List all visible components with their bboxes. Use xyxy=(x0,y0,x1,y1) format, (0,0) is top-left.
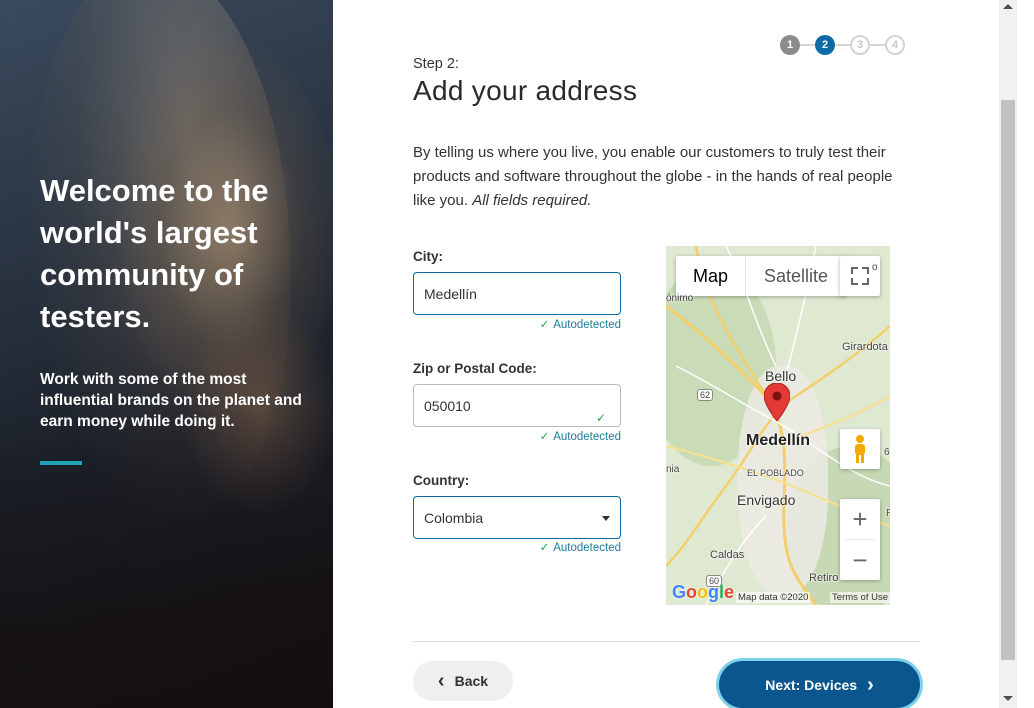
map-tab-satellite[interactable]: Satellite xyxy=(745,256,846,296)
page-title: Add your address xyxy=(413,75,638,106)
step-connector xyxy=(800,44,815,46)
map-label-edge-r: R xyxy=(886,508,890,519)
country-autodetected: ✓ Autodetected xyxy=(413,540,621,554)
map-label-el-poblado: EL POBLADO xyxy=(747,468,804,478)
map-type-toggle: Map Satellite xyxy=(676,256,846,296)
country-select[interactable]: Colombia xyxy=(413,496,621,539)
hero-accent-bar xyxy=(40,461,82,465)
country-label: Country: xyxy=(413,473,470,488)
street-view-pegman-icon[interactable] xyxy=(840,429,880,469)
map-label-retiro: Retiro xyxy=(809,572,839,584)
map-data-credit: Map data ©2020 xyxy=(736,592,811,603)
next-devices-button[interactable]: Next: Devices › xyxy=(719,661,920,708)
zip-status: Autodetected xyxy=(553,431,621,443)
step-connector xyxy=(835,44,850,46)
zip-value: 050010 xyxy=(424,397,471,414)
step-label: Step 2: xyxy=(413,56,459,72)
progress-stepper: 1 2 3 4 xyxy=(780,35,905,55)
check-icon: ✓ xyxy=(539,542,550,554)
valid-check-icon: ✓ xyxy=(595,411,606,425)
map-zoom-controls: + − xyxy=(840,499,880,580)
next-button-label: Next: Devices xyxy=(765,676,858,693)
map-label-medellin: Medellín xyxy=(746,432,811,449)
zoom-in-button[interactable]: + xyxy=(840,499,880,539)
city-value: Medellín xyxy=(424,285,477,302)
country-status: Autodetected xyxy=(553,542,621,554)
window-edge xyxy=(1017,0,1034,708)
step-2: 2 xyxy=(815,35,835,55)
step-4: 4 xyxy=(885,35,905,55)
dropdown-caret-icon xyxy=(602,516,610,521)
location-map[interactable]: Map Satellite ónimo o Girardota Bello 62… xyxy=(666,246,890,605)
zip-input[interactable]: 050010 ✓ xyxy=(413,384,621,427)
map-label-edge-6: 6 xyxy=(884,447,890,458)
map-label-onimo: ónimo xyxy=(666,293,694,304)
scroll-down-arrow-icon[interactable] xyxy=(1003,696,1013,701)
map-attribution: Map data ©2020 Terms of Use xyxy=(736,592,890,603)
chevron-right-icon: › xyxy=(867,673,874,696)
footer-divider xyxy=(413,641,920,642)
city-input[interactable]: Medellín xyxy=(413,272,621,315)
google-logo: Google xyxy=(672,582,735,602)
scrollbar-thumb[interactable] xyxy=(1001,100,1015,660)
required-note: All fields required. xyxy=(472,192,592,209)
map-label-envigado: Envigado xyxy=(737,492,796,508)
map-label-girardota: Girardota xyxy=(842,341,888,353)
hero-photo-shade xyxy=(0,408,333,708)
hero-subtitle: Work with some of the most influential b… xyxy=(40,371,302,430)
step-3: 3 xyxy=(850,35,870,55)
map-label-nia: nia xyxy=(666,464,680,475)
check-icon: ✓ xyxy=(539,431,550,443)
hero-title: Welcome to the world's largest community… xyxy=(40,173,269,334)
back-button-label: Back xyxy=(454,673,489,689)
intro-text: By telling us where you live, you enable… xyxy=(413,141,893,213)
hero-panel: Welcome to the world's largest community… xyxy=(0,0,333,708)
zoom-out-button[interactable]: − xyxy=(840,540,880,580)
back-button[interactable]: ‹ Back xyxy=(413,661,513,701)
map-road-62: 62 xyxy=(697,389,714,401)
scroll-up-arrow-icon[interactable] xyxy=(1003,4,1013,9)
zip-autodetected: ✓ Autodetected xyxy=(413,429,621,443)
map-tab-map[interactable]: Map xyxy=(676,256,745,296)
city-autodetected: ✓ Autodetected xyxy=(413,317,621,331)
chevron-left-icon: ‹ xyxy=(437,670,445,692)
map-label-bello: Bello xyxy=(765,368,797,384)
country-value: Colombia xyxy=(424,509,484,526)
zip-label: Zip or Postal Code: xyxy=(413,361,537,376)
map-label-edge-o: o xyxy=(872,262,878,273)
city-status: Autodetected xyxy=(553,319,621,331)
location-pin-icon xyxy=(764,383,790,421)
step-1: 1 xyxy=(780,35,800,55)
check-icon: ✓ xyxy=(539,319,550,331)
step-connector xyxy=(870,44,885,46)
vertical-scrollbar[interactable] xyxy=(999,0,1017,708)
city-label: City: xyxy=(413,249,443,264)
map-label-caldas: Caldas xyxy=(710,549,745,561)
terms-of-use-link[interactable]: Terms of Use xyxy=(830,592,890,603)
